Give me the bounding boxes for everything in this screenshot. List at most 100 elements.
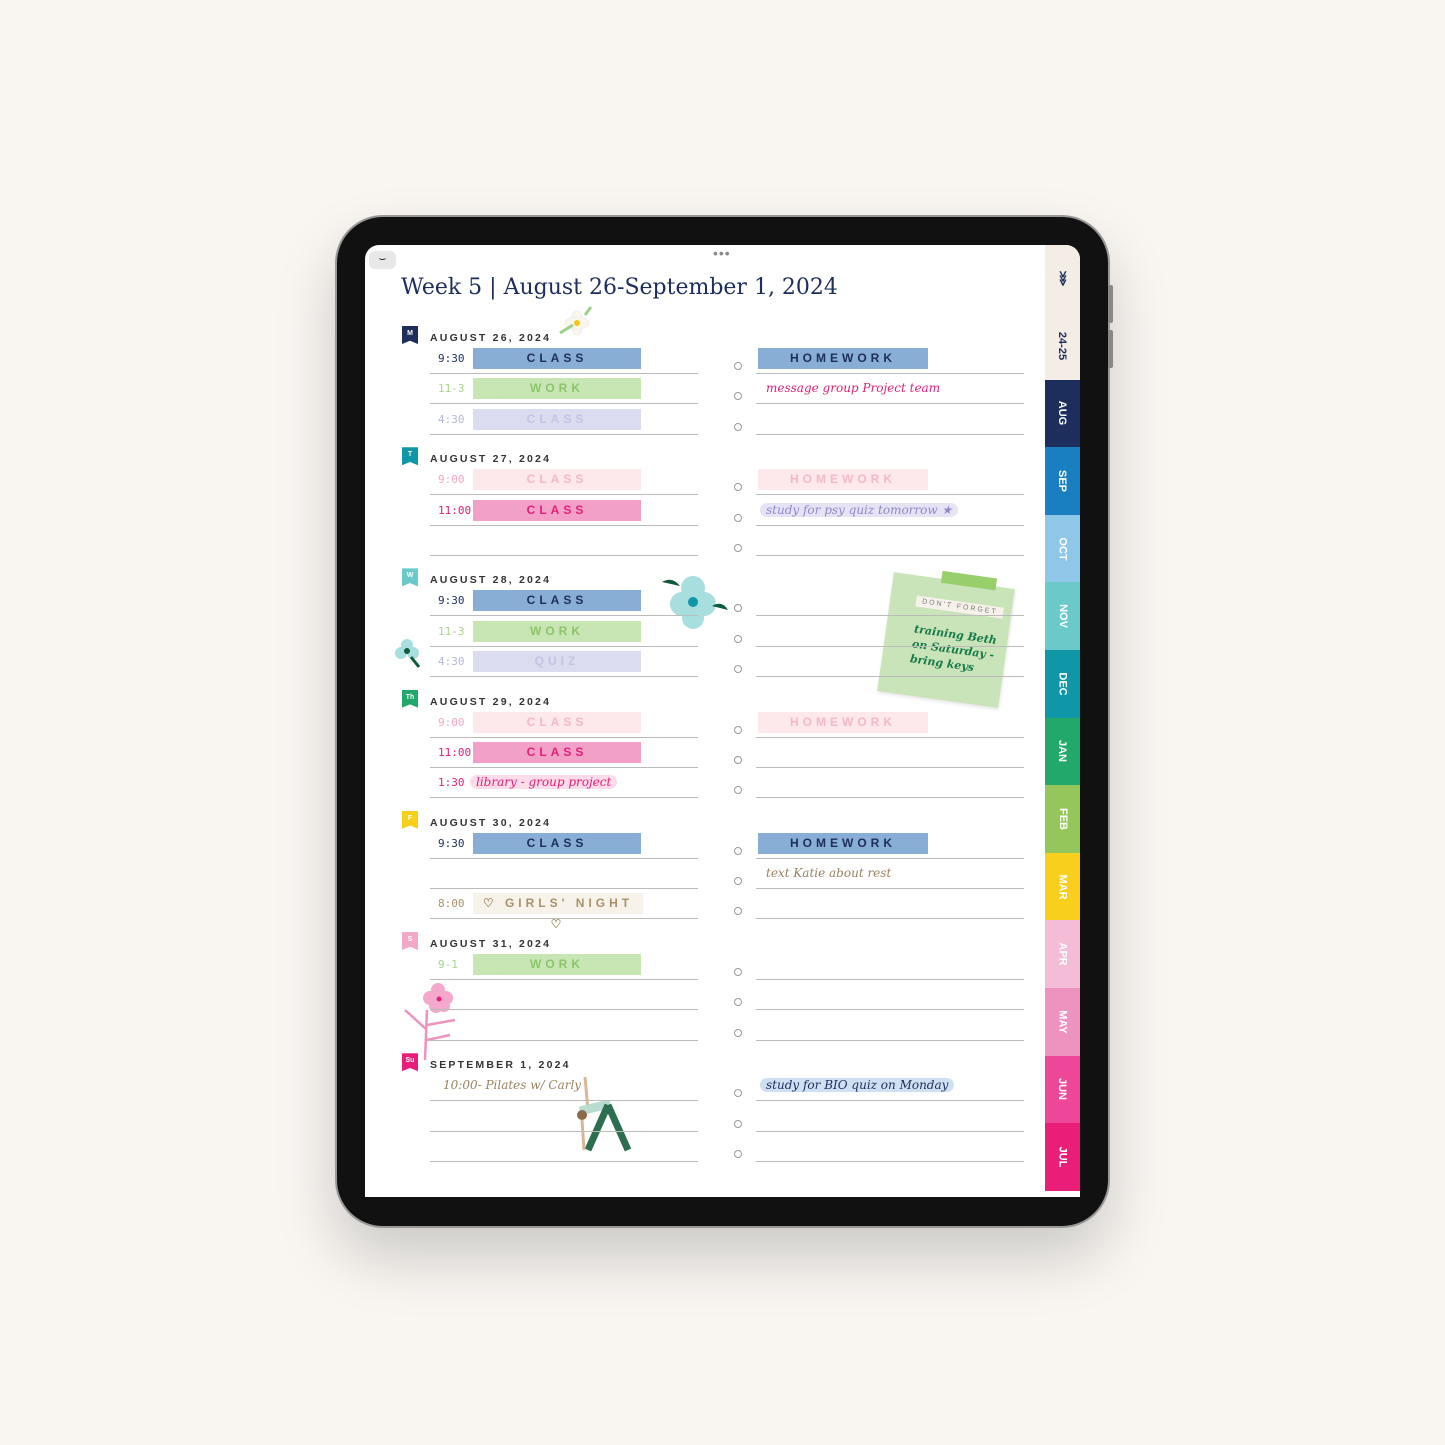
event-label-quiz[interactable]: QUIZ [473, 651, 641, 672]
homework-label[interactable]: HOMEWORK [758, 711, 928, 733]
left-row-line[interactable] [430, 1160, 698, 1162]
day-badge-th[interactable]: Th [402, 689, 418, 708]
event-label-class[interactable]: CLASS [473, 348, 641, 369]
day-badge-f[interactable]: F [402, 810, 418, 829]
day-badge-m[interactable]: M [402, 326, 418, 344]
event-label-work[interactable]: WORK [473, 954, 641, 975]
tab-mar[interactable]: MAR [1045, 852, 1080, 921]
left-row-line[interactable] [430, 1100, 698, 1102]
event-label-class[interactable]: CLASS [473, 832, 641, 854]
right-row-line[interactable] [756, 857, 1024, 859]
left-row-line[interactable] [430, 888, 698, 890]
tab-jun[interactable]: JUN [1045, 1055, 1080, 1124]
checkbox-circle[interactable] [734, 968, 742, 976]
checkbox-circle[interactable] [734, 725, 742, 734]
collapse-button[interactable]: ⌣ [369, 251, 396, 269]
day-badge-s[interactable]: S [402, 932, 418, 950]
tab-aug[interactable]: AUG [1045, 379, 1080, 448]
tab-may[interactable]: MAY [1045, 988, 1080, 1056]
left-row-line[interactable] [430, 797, 698, 799]
handwritten-task[interactable]: study for psy quiz tomorrow ★ [760, 502, 959, 517]
right-row-line[interactable] [756, 736, 1024, 738]
homework-label[interactable]: HOMEWORK [758, 348, 928, 369]
checkbox-circle[interactable] [734, 543, 742, 552]
right-row-line[interactable] [756, 403, 1024, 405]
right-row-line[interactable] [756, 373, 1024, 374]
handwritten-event[interactable]: 10:00- Pilates w/ Carly [437, 1078, 587, 1092]
event-label-class[interactable]: CLASS [473, 741, 641, 763]
tab-feb[interactable]: FEB [1045, 785, 1080, 853]
left-row-line[interactable] [430, 1009, 698, 1011]
checkbox-circle[interactable] [734, 907, 742, 916]
right-row-line[interactable] [756, 676, 1024, 677]
dont-forget-sticky-note[interactable]: DON'T FORGET training Beth on Saturday -… [877, 570, 1015, 708]
handwritten-event[interactable]: library - group project [470, 775, 618, 790]
left-row-line[interactable] [430, 373, 698, 374]
checkbox-circle[interactable] [734, 362, 742, 370]
event-label-class[interactable]: CLASS [473, 469, 641, 491]
left-row-line[interactable] [430, 857, 698, 859]
tab-jan[interactable]: JAN [1045, 717, 1080, 786]
checkbox-circle[interactable] [734, 422, 742, 431]
checkbox-circle[interactable] [734, 513, 742, 522]
right-row-line[interactable] [756, 979, 1024, 980]
checkbox-circle[interactable] [734, 1028, 742, 1037]
checkbox-circle[interactable] [734, 786, 742, 795]
right-row-line[interactable] [756, 494, 1024, 496]
right-row-line[interactable] [756, 797, 1024, 799]
tab-24-25[interactable]: 24-25 [1045, 312, 1080, 380]
event-label-class[interactable]: CLASS [473, 590, 641, 612]
left-row-line[interactable] [430, 554, 698, 556]
left-row-line[interactable] [430, 403, 698, 405]
event-label-class[interactable]: CLASS [473, 408, 641, 430]
right-row-line[interactable] [756, 554, 1024, 556]
right-row-line[interactable] [756, 524, 1024, 526]
tab-oct[interactable]: OCT [1045, 514, 1080, 583]
event-label-class[interactable]: CLASS [473, 499, 641, 521]
left-row-line[interactable] [430, 433, 698, 435]
checkbox-circle[interactable] [734, 846, 742, 855]
left-row-line[interactable] [430, 979, 698, 980]
right-row-line[interactable] [756, 1100, 1024, 1102]
handwritten-task[interactable]: text Katie about rest [760, 866, 897, 880]
left-row-line[interactable] [430, 1130, 698, 1132]
checkbox-circle[interactable] [734, 665, 742, 673]
checkbox-circle[interactable] [734, 755, 742, 764]
day-badge-w[interactable]: W [402, 568, 418, 587]
day-badge-t[interactable]: T [402, 447, 418, 466]
tab-jul[interactable]: JUL [1045, 1123, 1080, 1191]
handwritten-task[interactable]: study for BIO quiz on Monday [760, 1078, 955, 1093]
checkbox-circle[interactable] [734, 1089, 742, 1098]
left-row-line[interactable] [430, 615, 698, 617]
left-row-line[interactable] [430, 736, 698, 738]
right-row-line[interactable] [756, 888, 1024, 890]
right-row-line[interactable] [756, 1039, 1024, 1041]
right-row-line[interactable] [756, 1130, 1024, 1132]
right-row-line[interactable] [756, 1160, 1024, 1162]
right-row-line[interactable] [756, 645, 1024, 647]
left-row-line[interactable] [430, 676, 698, 677]
ellipsis-icon[interactable]: ••• [713, 245, 731, 261]
event-label-work[interactable]: WORK [473, 620, 641, 642]
checkbox-circle[interactable] [734, 604, 742, 613]
day-badge-su[interactable]: Su [402, 1053, 418, 1072]
right-row-line[interactable] [756, 433, 1024, 435]
tab-nov[interactable]: NOV [1045, 582, 1080, 650]
right-row-line[interactable] [756, 918, 1024, 920]
checkbox-circle[interactable] [734, 634, 742, 643]
handwritten-task[interactable]: message group Project team [760, 381, 946, 395]
checkbox-circle[interactable] [734, 1149, 742, 1158]
event-label-work[interactable]: WORK [473, 378, 641, 400]
checkbox-circle[interactable] [734, 483, 742, 492]
event-label--girls-night-[interactable]: ♡ GIRLS' NIGHT ♡ [473, 893, 643, 931]
homework-label[interactable]: HOMEWORK [758, 469, 928, 491]
left-row-line[interactable] [430, 645, 698, 647]
event-label-class[interactable]: CLASS [473, 711, 641, 733]
right-row-line[interactable] [756, 615, 1024, 617]
right-row-line[interactable] [756, 766, 1024, 768]
checkbox-circle[interactable] [734, 1119, 742, 1128]
tab-home[interactable]: ⋙ [1045, 245, 1080, 312]
tab-apr[interactable]: APR [1045, 920, 1080, 988]
tab-dec[interactable]: DEC [1045, 650, 1080, 718]
checkbox-circle[interactable] [734, 998, 742, 1007]
